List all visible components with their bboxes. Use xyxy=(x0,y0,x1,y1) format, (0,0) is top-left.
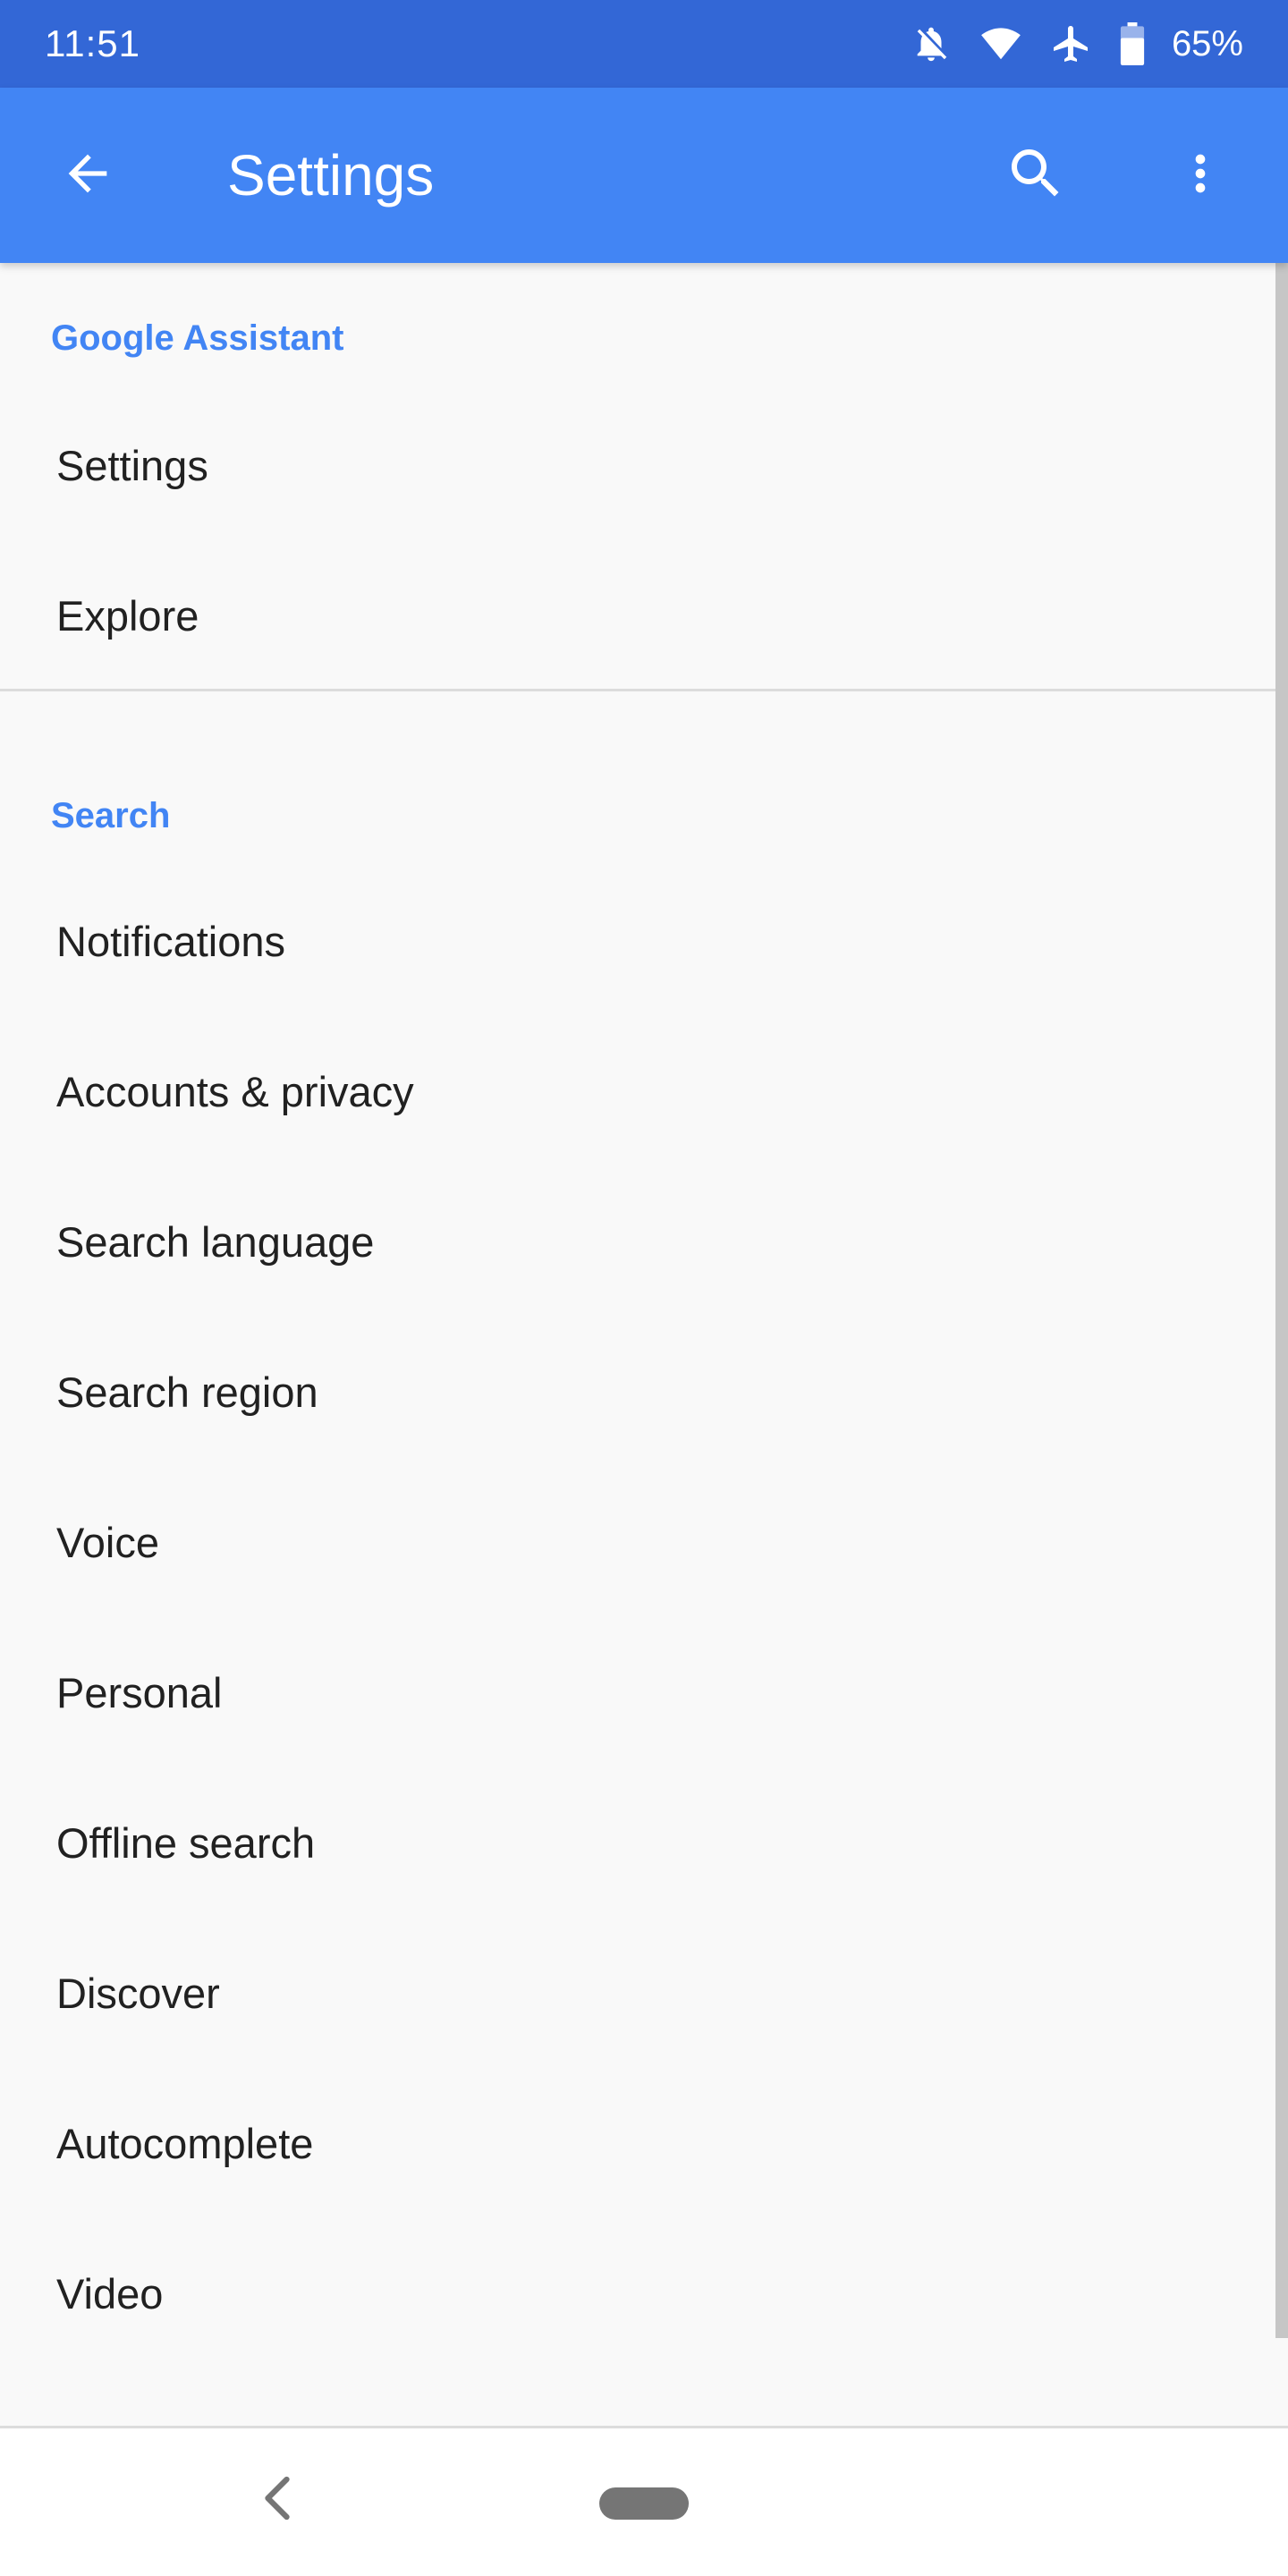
status-icons: 65% xyxy=(911,22,1243,65)
wifi-icon xyxy=(979,23,1023,64)
app-bar: Settings xyxy=(0,88,1288,263)
settings-item-offline-search[interactable]: Offline search xyxy=(0,1767,1274,1918)
settings-item-accounts-privacy[interactable]: Accounts & privacy xyxy=(0,1016,1274,1166)
battery-percent: 65% xyxy=(1171,23,1243,64)
section-header-google-assistant: Google Assistant xyxy=(51,318,344,358)
status-time: 11:51 xyxy=(45,22,140,64)
back-button[interactable] xyxy=(43,131,132,220)
arrow-back-icon xyxy=(59,145,116,207)
settings-item-discover[interactable]: Discover xyxy=(0,1918,1274,2068)
settings-item-video[interactable]: Video xyxy=(0,2218,1274,2368)
nav-back-icon xyxy=(259,2473,295,2528)
settings-item-personal[interactable]: Personal xyxy=(0,1617,1274,1767)
search-button[interactable] xyxy=(991,131,1080,220)
scrollbar[interactable] xyxy=(1275,263,1288,2338)
settings-list: Google Assistant Settings Explore Search… xyxy=(0,263,1288,2428)
settings-item-notifications[interactable]: Notifications xyxy=(0,866,1274,1016)
page-title: Settings xyxy=(227,143,435,208)
search-icon xyxy=(1004,141,1068,210)
notifications-off-icon xyxy=(911,23,952,64)
settings-item-assistant-settings[interactable]: Settings xyxy=(0,390,1274,540)
settings-item-search-language[interactable]: Search language xyxy=(0,1166,1274,1317)
settings-item-voice[interactable]: Voice xyxy=(0,1467,1274,1617)
section-divider xyxy=(0,689,1288,691)
navigation-bar xyxy=(0,2426,1288,2576)
section-header-search: Search xyxy=(51,796,171,835)
settings-item-explore[interactable]: Explore xyxy=(0,540,1274,691)
more-vert-icon xyxy=(1172,145,1229,207)
battery-icon xyxy=(1120,22,1145,65)
settings-item-search-region[interactable]: Search region xyxy=(0,1317,1274,1467)
settings-item-autocomplete[interactable]: Autocomplete xyxy=(0,2068,1274,2218)
more-options-button[interactable] xyxy=(1156,131,1245,220)
status-bar: 11:51 65% xyxy=(0,0,1288,88)
nav-back-button[interactable] xyxy=(250,2464,304,2536)
nav-home-pill[interactable] xyxy=(599,2487,689,2520)
airplane-icon xyxy=(1050,22,1093,65)
